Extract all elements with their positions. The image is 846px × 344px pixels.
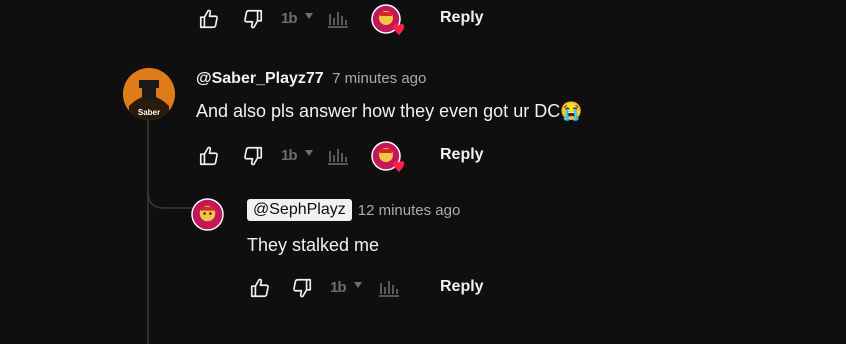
comment-actions: 1b Reply	[195, 4, 515, 35]
dislike-button[interactable]	[239, 4, 267, 34]
comment-text: They stalked me	[247, 235, 380, 255]
like-icon	[250, 278, 269, 298]
tb-icon[interactable]: 1b	[281, 147, 297, 164]
avatar[interactable]	[191, 198, 224, 231]
tb-icon[interactable]: 1b	[281, 10, 297, 27]
comment-actions: 1b Reply	[246, 273, 506, 303]
dislike-icon	[293, 278, 312, 298]
reply-button[interactable]: Reply	[440, 278, 484, 296]
comment-time[interactable]: 12 minutes ago	[358, 202, 461, 219]
tb-dropdown-caret[interactable]	[354, 282, 362, 288]
comment-actions: 1b Reply	[195, 141, 515, 172]
creator-heart	[371, 4, 405, 38]
avatar[interactable]: Saber	[123, 68, 175, 120]
like-button[interactable]	[246, 273, 274, 303]
comment-body: And also pls answer how they even got ur…	[196, 101, 583, 122]
comment-text: And also pls answer how they even got ur…	[196, 101, 561, 121]
mention-chip[interactable]: @SephPlayz	[247, 199, 352, 221]
thread-line	[147, 120, 192, 344]
heart-avatar	[371, 4, 405, 35]
reply-button[interactable]: Reply	[440, 146, 484, 164]
dislike-icon	[244, 146, 263, 166]
comment-time[interactable]: 7 minutes ago	[332, 70, 426, 87]
comment-author[interactable]: @Saber_Playz77	[196, 70, 324, 87]
stats-icon[interactable]	[327, 10, 349, 28]
comment-body: They stalked me	[247, 235, 379, 256]
stats-icon[interactable]	[378, 279, 400, 297]
dislike-button[interactable]	[288, 273, 316, 303]
avatar-image: Saber	[123, 68, 175, 120]
avatar-label: Saber	[138, 108, 160, 117]
tb-dropdown-caret[interactable]	[305, 150, 313, 156]
tb-icon[interactable]: 1b	[330, 279, 346, 296]
avatar-image	[191, 198, 224, 231]
tb-dropdown-caret[interactable]	[305, 13, 313, 19]
like-button[interactable]	[195, 141, 223, 171]
heart-avatar	[371, 141, 405, 172]
like-icon	[199, 9, 218, 29]
like-button[interactable]	[195, 4, 223, 34]
dislike-icon	[244, 9, 263, 29]
comment-header: @SephPlayz 12 minutes ago	[247, 199, 460, 221]
crying-emoji: 😭	[560, 101, 583, 121]
stats-icon[interactable]	[327, 147, 349, 165]
dislike-button[interactable]	[239, 141, 267, 171]
like-icon	[199, 146, 218, 166]
creator-heart	[371, 141, 405, 175]
comment-header: @Saber_Playz77 7 minutes ago	[196, 70, 426, 88]
reply-button[interactable]: Reply	[440, 9, 484, 27]
